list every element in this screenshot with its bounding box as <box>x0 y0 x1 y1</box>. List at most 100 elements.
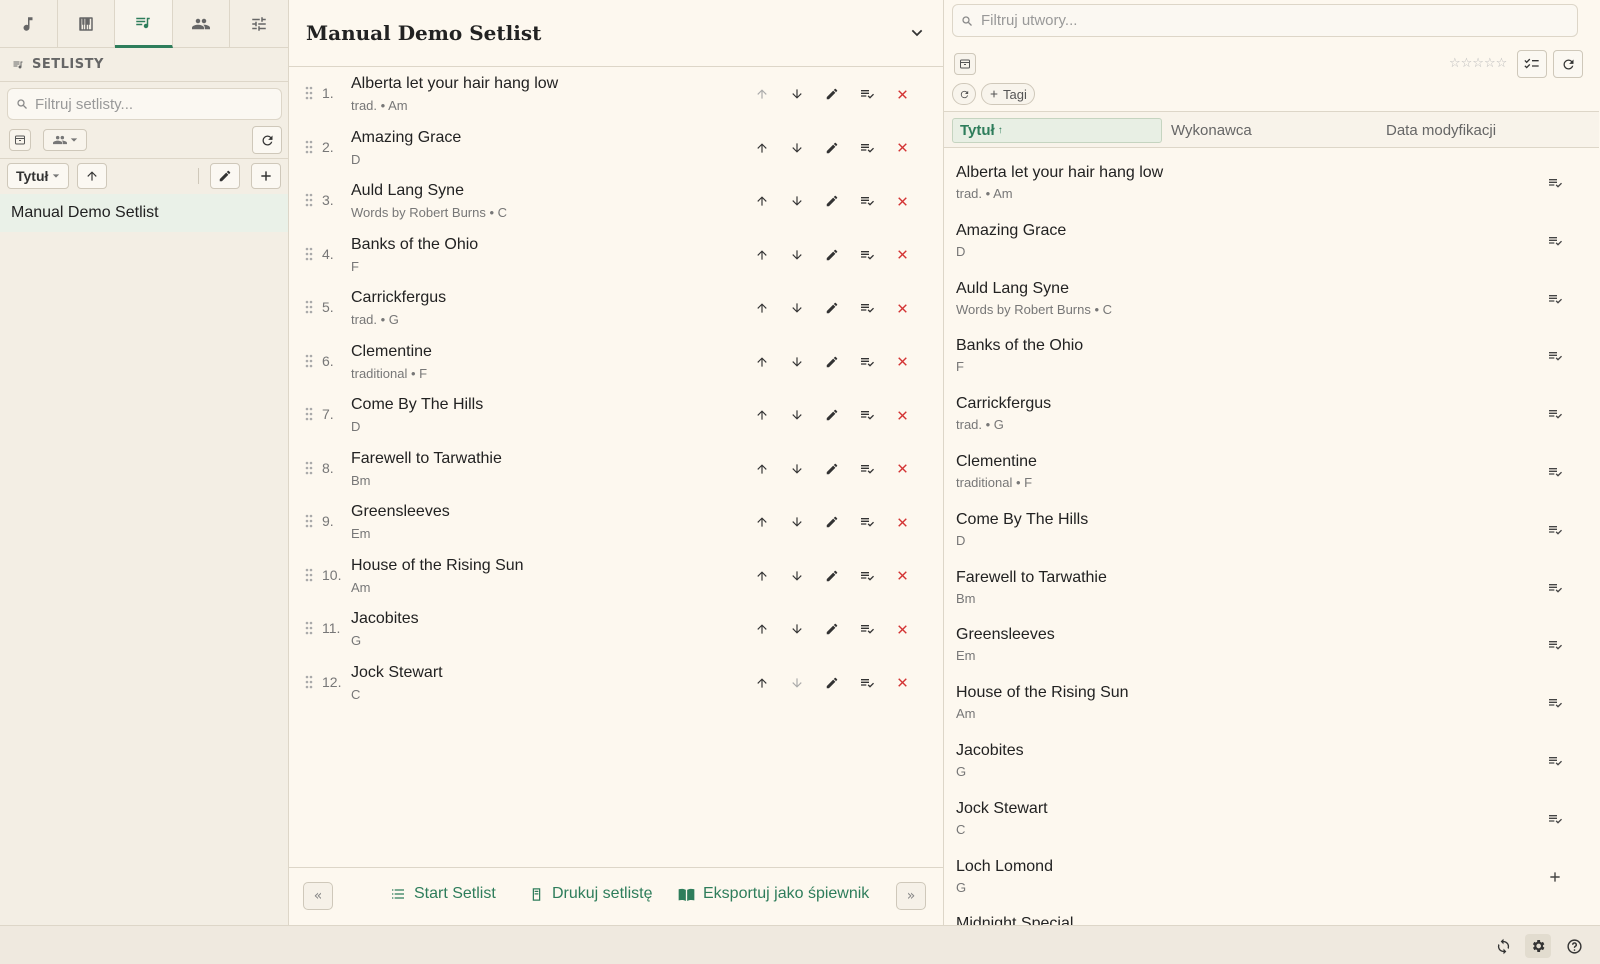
move-down-button[interactable] <box>785 457 809 481</box>
collapse-right-button[interactable]: » <box>896 882 926 910</box>
drag-handle-icon[interactable] <box>305 140 313 154</box>
edit-song-button[interactable] <box>820 136 844 160</box>
song-options-button[interactable] <box>855 510 879 534</box>
in-setlist-button[interactable] <box>1543 344 1567 368</box>
edit-song-button[interactable] <box>820 617 844 641</box>
setlist-filter-field[interactable] <box>7 88 282 120</box>
library-song-row[interactable]: Farewell to Tarwathie Bm <box>944 559 1599 617</box>
move-up-button[interactable] <box>750 296 774 320</box>
remove-song-button[interactable] <box>890 403 914 427</box>
drag-handle-icon[interactable] <box>305 621 313 635</box>
column-modified-sort[interactable]: Data modyfikacji <box>1379 118 1496 143</box>
song-options-button[interactable] <box>855 296 879 320</box>
move-down-button[interactable] <box>785 671 809 695</box>
edit-song-button[interactable] <box>820 403 844 427</box>
column-artist-sort[interactable]: Wykonawca <box>1164 118 1252 143</box>
song-filter-field[interactable] <box>952 4 1578 37</box>
tab-settings-tune[interactable] <box>230 0 288 48</box>
move-up-button[interactable] <box>750 243 774 267</box>
sort-field-dropdown[interactable]: Tytuł <box>7 163 70 189</box>
tab-setlists[interactable] <box>115 0 173 48</box>
song-options-button[interactable] <box>855 136 879 160</box>
drag-handle-icon[interactable] <box>305 514 313 528</box>
drag-handle-icon[interactable] <box>305 193 313 207</box>
edit-song-button[interactable] <box>820 296 844 320</box>
move-down-button[interactable] <box>785 403 809 427</box>
song-options-button[interactable] <box>855 564 879 588</box>
song-options-button[interactable] <box>855 457 879 481</box>
library-song-row[interactable]: Amazing Grace D <box>944 212 1599 270</box>
help-button[interactable] <box>1561 934 1587 958</box>
drag-handle-icon[interactable] <box>305 675 313 689</box>
edit-song-button[interactable] <box>820 457 844 481</box>
in-setlist-button[interactable] <box>1543 171 1567 195</box>
in-setlist-button[interactable] <box>1543 576 1567 600</box>
setlist-song-row[interactable]: 9. Greensleeves Em <box>289 496 944 549</box>
song-options-button[interactable] <box>855 403 879 427</box>
in-setlist-button[interactable] <box>1543 518 1567 542</box>
add-to-setlist-button[interactable] <box>1543 865 1567 889</box>
move-down-button[interactable] <box>785 136 809 160</box>
move-up-button[interactable] <box>750 457 774 481</box>
remove-song-button[interactable] <box>890 243 914 267</box>
library-song-row[interactable]: Banks of the Ohio F <box>944 327 1599 385</box>
setlist-song-row[interactable]: 8. Farewell to Tarwathie Bm <box>289 443 944 496</box>
archive-toggle-button[interactable] <box>9 129 31 151</box>
edit-song-button[interactable] <box>820 671 844 695</box>
add-tag-button[interactable]: Tagi <box>981 83 1035 105</box>
move-up-button[interactable] <box>750 564 774 588</box>
library-song-row[interactable]: Auld Lang Syne Words by Robert Burns • C <box>944 270 1599 328</box>
move-up-button[interactable] <box>750 82 774 106</box>
drag-handle-icon[interactable] <box>305 86 313 100</box>
move-down-button[interactable] <box>785 82 809 106</box>
setlist-song-row[interactable]: 2. Amazing Grace D <box>289 122 944 175</box>
song-options-button[interactable] <box>855 617 879 641</box>
archive-toggle-button[interactable] <box>954 53 976 75</box>
song-options-button[interactable] <box>855 671 879 695</box>
setlist-song-row[interactable]: 12. Jock Stewart C <box>289 657 944 710</box>
edit-song-button[interactable] <box>820 564 844 588</box>
settings-button[interactable] <box>1525 934 1551 958</box>
move-up-button[interactable] <box>750 350 774 374</box>
library-song-row[interactable]: Midnight Special <box>944 905 1599 925</box>
move-up-button[interactable] <box>750 136 774 160</box>
drag-handle-icon[interactable] <box>305 407 313 421</box>
song-options-button[interactable] <box>855 350 879 374</box>
drag-handle-icon[interactable] <box>305 354 313 368</box>
remove-song-button[interactable] <box>890 82 914 106</box>
move-up-button[interactable] <box>750 510 774 534</box>
library-song-row[interactable]: Carrickfergus trad. • G <box>944 385 1599 443</box>
library-song-row[interactable]: Alberta let your hair hang low trad. • Am <box>944 154 1599 212</box>
chevron-down-icon[interactable] <box>909 25 925 41</box>
in-setlist-button[interactable] <box>1543 460 1567 484</box>
in-setlist-button[interactable] <box>1543 691 1567 715</box>
song-options-button[interactable] <box>855 243 879 267</box>
song-filter-input[interactable] <box>981 12 1577 29</box>
setlist-song-row[interactable]: 10. House of the Rising Sun Am <box>289 550 944 603</box>
setlist-song-row[interactable]: 11. Jacobites G <box>289 603 944 656</box>
edit-song-button[interactable] <box>820 510 844 534</box>
in-setlist-button[interactable] <box>1543 807 1567 831</box>
song-options-button[interactable] <box>855 189 879 213</box>
tab-instruments[interactable] <box>58 0 116 48</box>
remove-song-button[interactable] <box>890 671 914 695</box>
song-options-button[interactable] <box>855 82 879 106</box>
start-setlist-button[interactable]: Start Setlist <box>390 885 496 903</box>
library-song-row[interactable]: Loch Lomond G <box>944 848 1599 906</box>
library-song-row[interactable]: Clementine traditional • F <box>944 443 1599 501</box>
remove-song-button[interactable] <box>890 189 914 213</box>
move-down-button[interactable] <box>785 564 809 588</box>
owner-filter-dropdown[interactable] <box>43 129 87 151</box>
remove-song-button[interactable] <box>890 617 914 641</box>
multi-select-button[interactable] <box>1517 50 1547 78</box>
remove-song-button[interactable] <box>890 564 914 588</box>
sync-button[interactable] <box>1490 934 1516 958</box>
setlist-song-row[interactable]: 4. Banks of the Ohio F <box>289 229 944 282</box>
setlist-song-row[interactable]: 1. Alberta let your hair hang low trad. • … <box>289 68 944 121</box>
move-down-button[interactable] <box>785 243 809 267</box>
edit-song-button[interactable] <box>820 82 844 106</box>
print-setlist-button[interactable]: Drukuj setlistę <box>529 885 652 903</box>
drag-handle-icon[interactable] <box>305 568 313 582</box>
setlist-song-row[interactable]: 7. Come By The Hills D <box>289 389 944 442</box>
drag-handle-icon[interactable] <box>305 300 313 314</box>
